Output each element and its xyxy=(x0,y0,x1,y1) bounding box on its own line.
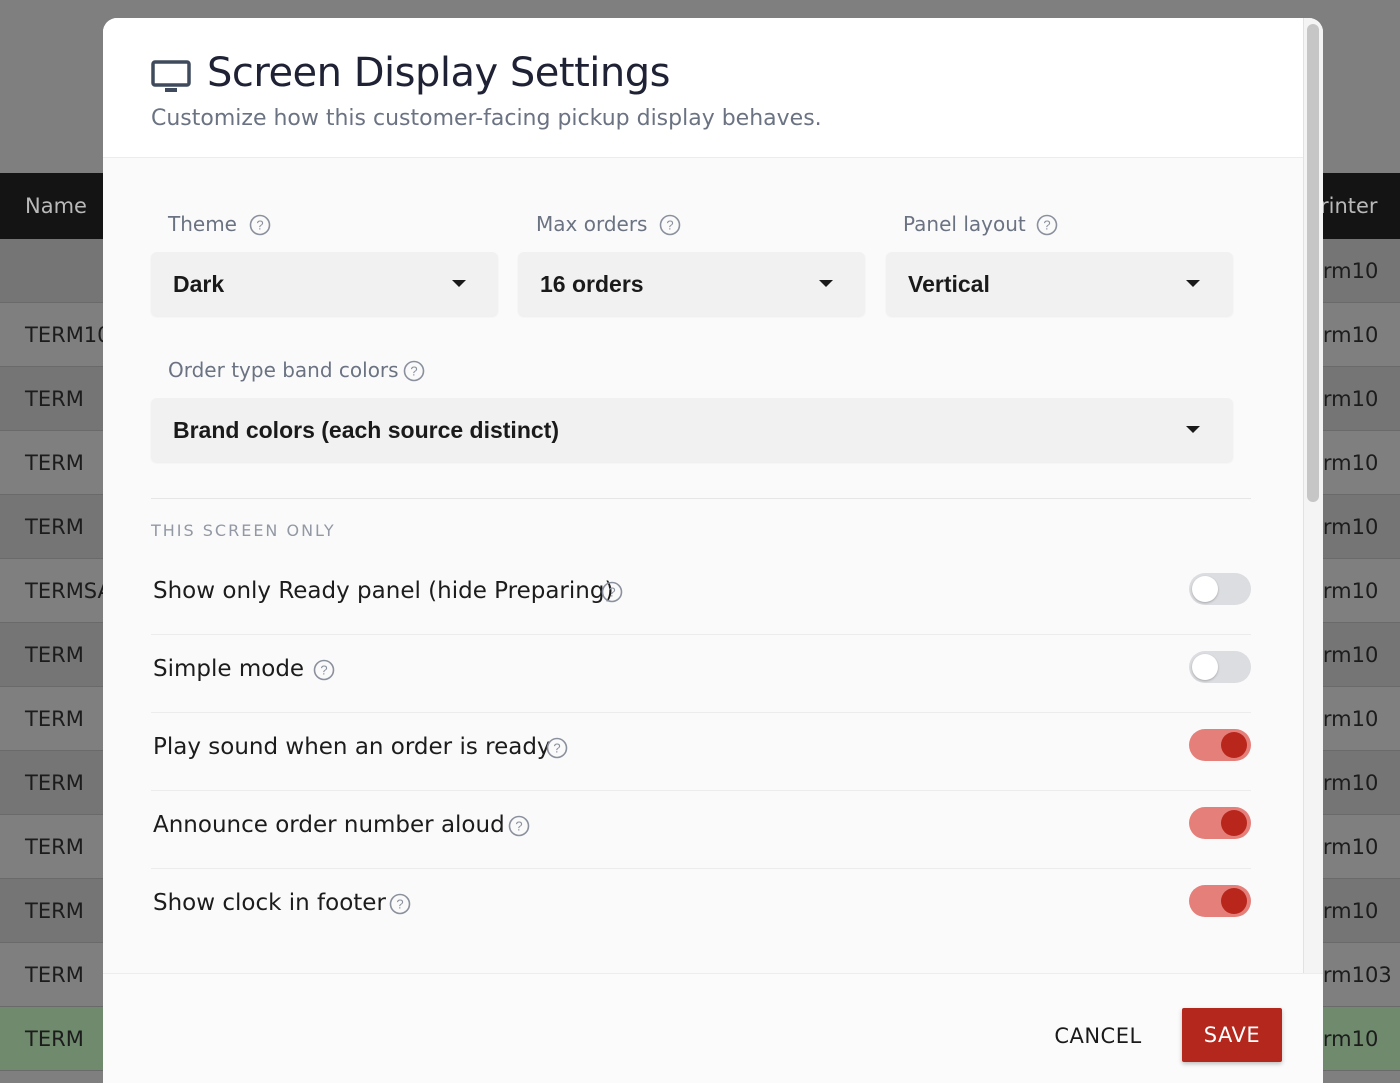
band-colors-select-value: Brand colors (each source distinct) xyxy=(173,417,559,443)
toggle-knob xyxy=(1221,732,1247,758)
setting-label: Play sound when an order is ready xyxy=(153,734,551,760)
save-button[interactable]: SAVE xyxy=(1182,1008,1282,1062)
setting-label: Show only Ready panel (hide Preparing) xyxy=(153,578,614,604)
band-colors-label: Order type band colors xyxy=(168,358,399,382)
svg-text:?: ? xyxy=(608,585,615,600)
section-label: THIS SCREEN ONLY xyxy=(151,521,336,540)
cell-name: TERM xyxy=(25,451,84,475)
help-icon[interactable]: ? xyxy=(508,815,530,837)
cell-name: TERM xyxy=(25,1027,84,1051)
chevron-down-icon xyxy=(1186,280,1200,287)
cell-name: TERM xyxy=(25,387,84,411)
svg-text:?: ? xyxy=(256,218,263,233)
setting-row-clock[interactable]: Show clock in footer ? xyxy=(151,869,1251,947)
toggle-knob xyxy=(1221,810,1247,836)
cell-name: TERM xyxy=(25,963,84,987)
svg-text:?: ? xyxy=(396,897,403,912)
chevron-down-icon xyxy=(452,280,466,287)
svg-text:?: ? xyxy=(515,819,522,834)
setting-label: Announce order number aloud xyxy=(153,812,505,838)
help-icon[interactable]: ? xyxy=(389,893,411,915)
max-orders-select[interactable]: 16 orders xyxy=(518,252,865,316)
setting-label: Show clock in footer xyxy=(153,890,386,916)
band-colors-select[interactable]: Brand colors (each source distinct) xyxy=(151,398,1233,462)
cell-name: TERM xyxy=(25,707,84,731)
section-divider xyxy=(151,498,1251,499)
toggle-switch[interactable] xyxy=(1189,651,1251,683)
settings-modal: Screen Display Settings Customize how th… xyxy=(103,18,1323,1083)
scrollbar-thumb[interactable] xyxy=(1307,24,1319,502)
cell-name: TERM xyxy=(25,643,84,667)
panel-layout-select-value: Vertical xyxy=(908,271,990,297)
toggle-switch[interactable] xyxy=(1189,807,1251,839)
modal-footer: CANCEL SAVE xyxy=(103,973,1323,1083)
help-icon[interactable]: ? xyxy=(249,214,271,236)
cell-name: TERM xyxy=(25,899,84,923)
chevron-down-icon xyxy=(1186,426,1200,433)
svg-text:?: ? xyxy=(553,741,560,756)
modal-header: Screen Display Settings Customize how th… xyxy=(103,18,1303,158)
svg-text:?: ? xyxy=(410,364,417,379)
panel-layout-label: Panel layout xyxy=(903,212,1026,236)
svg-text:?: ? xyxy=(320,663,327,678)
column-header-printer[interactable]: rinter xyxy=(1320,173,1378,239)
toggle-knob xyxy=(1192,576,1218,602)
monitor-icon xyxy=(151,60,191,92)
cell-name: TERM xyxy=(25,515,84,539)
column-header-name[interactable]: Name xyxy=(25,173,87,239)
modal-subtitle: Customize how this customer-facing picku… xyxy=(151,106,822,131)
toggle-switch[interactable] xyxy=(1189,573,1251,605)
toggle-switch[interactable] xyxy=(1189,729,1251,761)
help-icon[interactable]: ? xyxy=(1036,214,1058,236)
panel-layout-select[interactable]: Vertical xyxy=(886,252,1233,316)
setting-label: Simple mode xyxy=(153,656,305,682)
theme-label: Theme xyxy=(168,212,237,236)
setting-row-announce[interactable]: Announce order number aloud ? xyxy=(151,791,1251,869)
help-icon[interactable]: ? xyxy=(601,581,623,603)
modal-title: Screen Display Settings xyxy=(207,50,670,96)
theme-select-value: Dark xyxy=(173,271,225,297)
max-orders-label: Max orders xyxy=(536,212,648,236)
toggle-knob xyxy=(1221,888,1247,914)
theme-select[interactable]: Dark xyxy=(151,252,498,316)
chevron-down-icon xyxy=(819,280,833,287)
max-orders-select-value: 16 orders xyxy=(540,271,644,297)
help-icon[interactable]: ? xyxy=(659,214,681,236)
cell-name: TERM xyxy=(25,771,84,795)
toggle-switch[interactable] xyxy=(1189,885,1251,917)
setting-row-play-sound[interactable]: Play sound when an order is ready ? xyxy=(151,713,1251,791)
toggle-knob xyxy=(1192,654,1218,680)
help-icon[interactable]: ? xyxy=(313,659,335,681)
help-icon[interactable]: ? xyxy=(546,737,568,759)
svg-text:?: ? xyxy=(1043,218,1050,233)
setting-row-simple-mode[interactable]: Simple mode ? xyxy=(151,635,1251,713)
cell-name: TERMSA xyxy=(25,579,112,603)
cell-name: TERM10 xyxy=(25,323,111,347)
svg-text:?: ? xyxy=(666,218,673,233)
cancel-button[interactable]: CANCEL xyxy=(1043,1010,1153,1062)
help-icon[interactable]: ? xyxy=(403,360,425,382)
cell-name: TERM xyxy=(25,835,84,859)
setting-row-ready-only[interactable]: Show only Ready panel (hide Preparing) ? xyxy=(151,557,1251,635)
